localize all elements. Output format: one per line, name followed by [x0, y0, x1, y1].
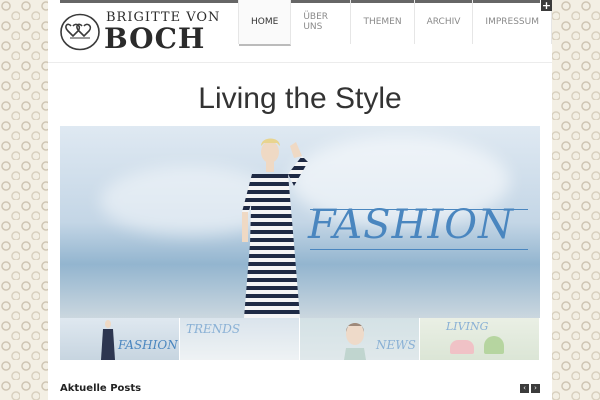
main-nav: HOME ÜBER UNS THEMEN ARCHIV IMPRESSUM: [238, 0, 552, 46]
slider-thumb-trends[interactable]: TRENDS: [180, 318, 300, 360]
slider-thumb-fashion[interactable]: FASHION: [60, 318, 180, 360]
nav-item-archiv[interactable]: ARCHIV: [415, 0, 474, 44]
slider-thumb-living[interactable]: LIVING: [420, 318, 540, 360]
recent-posts-heading: Aktuelle Posts: [60, 383, 142, 394]
thumb-flower-image: [450, 340, 474, 354]
nav-item-themen[interactable]: THEMEN: [351, 0, 415, 44]
posts-prev-arrow-icon[interactable]: ‹: [520, 384, 529, 393]
site-header: BRIGITTE VON BOCH HOME ÜBER UNS THEMEN A…: [48, 0, 552, 63]
thumb-plant-image: [484, 336, 504, 354]
expand-plus-button[interactable]: +: [541, 0, 552, 11]
posts-next-arrow-icon[interactable]: ›: [531, 384, 540, 393]
thumb-label: NEWS: [376, 338, 416, 352]
logo-name-bottom[interactable]: BOCH: [104, 22, 205, 55]
nav-item-home[interactable]: HOME: [239, 0, 292, 46]
thumb-label: FASHION: [118, 338, 178, 352]
hero-slide[interactable]: FASHION: [60, 126, 540, 318]
slider-thumbnails: FASHION TRENDS NEWS LIVING: [60, 318, 540, 360]
page-title: Living the Style: [198, 82, 402, 115]
logo-emblem-icon[interactable]: [60, 13, 100, 51]
thumb-portrait-image: [344, 323, 366, 360]
thumb-model-image: [101, 320, 115, 360]
page-container: BRIGITTE VON BOCH HOME ÜBER UNS THEMEN A…: [48, 0, 552, 400]
nav-item-ueber-uns[interactable]: ÜBER UNS: [291, 0, 352, 44]
hero-caption: FASHION: [308, 202, 515, 248]
hero-caption-rule: [310, 249, 528, 250]
thumb-label: LIVING: [446, 320, 489, 333]
slider-thumb-news[interactable]: NEWS: [300, 318, 420, 360]
thumb-label: TRENDS: [186, 322, 241, 336]
hero-model-image: [242, 138, 308, 318]
